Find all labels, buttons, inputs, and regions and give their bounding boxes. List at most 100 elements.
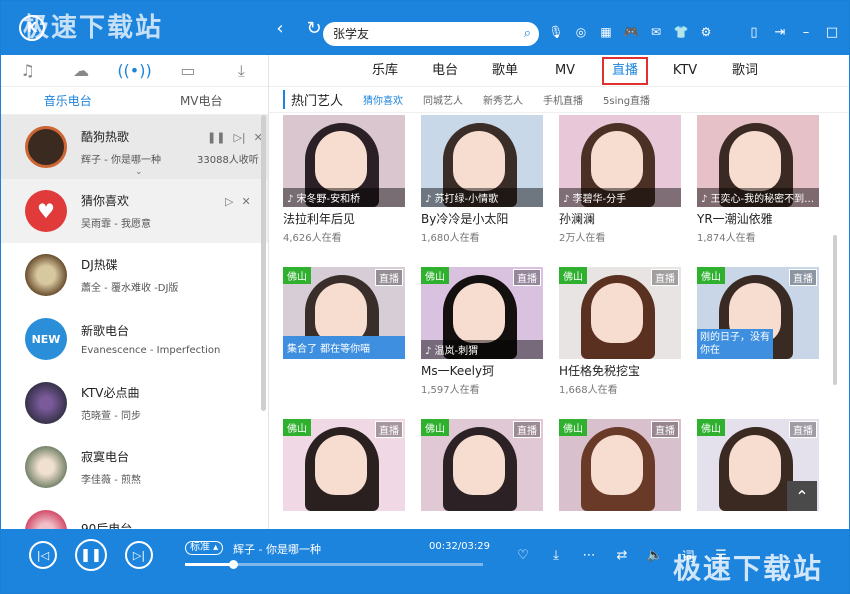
artist-thumbnail[interactable]: 佛山 直播 [421, 419, 543, 511]
back-arrow-icon[interactable]: ‹ [269, 17, 291, 39]
portrait-face [729, 435, 781, 495]
next-icon[interactable]: ▷| [233, 131, 245, 144]
artist-thumbnail[interactable]: 佛山 直播 [559, 419, 681, 511]
right-scrollbar[interactable] [833, 235, 837, 385]
station-name: 寂寞电台 [81, 450, 130, 464]
tab-mv[interactable]: MV [535, 55, 595, 86]
artist-thumbnail[interactable]: 佛山 直播 ♪ 温岚-刺猬 [421, 267, 543, 359]
artist-thumbnail[interactable]: ♪ 李碧华-分手 [559, 115, 681, 207]
search-icon[interactable]: ⌕ [524, 22, 531, 46]
filter-local[interactable]: 同城艺人 [423, 92, 463, 107]
back-to-top-icon[interactable]: ⌃ [787, 481, 817, 511]
device-icon[interactable]: ▭ [161, 55, 214, 86]
tab-music-radio[interactable]: 音乐电台 [1, 87, 135, 114]
artist-thumbnail[interactable]: 佛山 直播 [559, 267, 681, 359]
artist-card[interactable]: 佛山 直播 [283, 419, 405, 511]
station-item[interactable]: 酷狗热歌 辉子 - 你是哪一种 ❚❚ ▷| ✕ 33088人收听 ⌄ [1, 115, 268, 179]
game-controller-icon[interactable]: 🎮 [622, 23, 640, 41]
left-sub-tabs: 音乐电台 MV电台 [1, 87, 268, 115]
station-item[interactable]: DJ热碟 蕭全 - 覆水难收 -DJ版 [1, 243, 268, 307]
minimize-icon[interactable]: – [797, 23, 815, 41]
station-item[interactable]: ♥ 猜你喜欢 吴雨霏 - 我愿意 ▷ ✕ [1, 179, 268, 243]
artist-name[interactable]: H任格免税挖宝 [559, 362, 681, 379]
tab-library[interactable]: 乐库 [355, 55, 415, 86]
artist-card[interactable]: 佛山 直播 [421, 419, 543, 511]
portrait-face [453, 435, 505, 495]
pause-icon[interactable]: ❚❚ [75, 539, 107, 571]
tab-radio[interactable]: 电台 [415, 55, 475, 86]
search-input[interactable]: 张学友 ⌕ [323, 22, 539, 46]
station-item[interactable]: KTV必点曲 范晓萱 - 同步 [1, 371, 268, 435]
tab-playlist[interactable]: 歌单 [475, 55, 535, 86]
filter-new[interactable]: 新秀艺人 [483, 92, 523, 107]
pause-icon[interactable]: ❚❚ [207, 131, 225, 144]
maximize-icon[interactable]: □ [823, 23, 841, 41]
progress-knob[interactable] [228, 560, 238, 569]
phone-icon[interactable]: ▯ [745, 23, 763, 41]
left-scrollbar[interactable] [261, 115, 266, 411]
artist-card[interactable]: ♪ 宋冬野-安和桥 法拉利年后见 4,626人在看 [283, 115, 405, 244]
filter-guess[interactable]: 猜你喜欢 [363, 92, 403, 107]
artist-thumbnail[interactable]: ♪ 苏打绿-小情歌 [421, 115, 543, 207]
artist-thumbnail[interactable]: 佛山 直播 集合了 都在等你喵 [283, 267, 405, 359]
artist-thumbnail[interactable]: 佛山 直播 [283, 419, 405, 511]
microphone-icon[interactable]: 🎙 [547, 23, 565, 41]
artist-name[interactable]: Ms一Keely珂 [421, 362, 543, 379]
station-song: 蕭全 - 覆水难收 -DJ版 [81, 283, 179, 294]
station-controls: ❚❚ ▷| ✕ [207, 131, 263, 144]
filter-mobile[interactable]: 手机直播 [543, 92, 583, 107]
next-icon[interactable]: ▷| [125, 541, 153, 569]
tab-ktv[interactable]: KTV [655, 55, 715, 86]
download-icon[interactable]: ⤓ [215, 55, 268, 86]
artist-card[interactable]: 佛山 直播 集合了 都在等你喵 [283, 267, 405, 359]
artist-name[interactable]: 法拉利年后见 [283, 210, 405, 227]
artist-card[interactable]: ♪ 李碧华-分手 孙澜澜 2万人在看 [559, 115, 681, 244]
tab-mv-radio[interactable]: MV电台 [135, 87, 269, 114]
artist-card[interactable]: 佛山 直播 H任格免税挖宝 1,668人在看 [559, 267, 681, 396]
cloud-icon[interactable]: ☁ [54, 55, 107, 86]
live-badge: 直播 [375, 421, 403, 438]
repeat-icon[interactable]: ⇄ [612, 545, 632, 565]
target-icon[interactable]: ◎ [572, 23, 590, 41]
music-note-icon[interactable]: ♫ [1, 55, 54, 86]
close-icon[interactable]: ✕ [241, 195, 250, 208]
artist-name[interactable]: By冷冷是小太阳 [421, 210, 543, 227]
artist-thumbnail[interactable]: ♪ 宋冬野-安和桥 [283, 115, 405, 207]
artist-thumbnail[interactable]: 佛山 直播 刚的日子，没有你在 [697, 267, 819, 359]
chevron-down-icon[interactable]: ⌄ [135, 167, 143, 177]
station-item[interactable]: 寂寞电台 李佳薇 - 煎熬 [1, 435, 268, 499]
main-nav: 乐库 电台 歌单 MV 直播 KTV 歌词 [269, 55, 849, 87]
download-icon[interactable]: ⤓ [546, 545, 566, 565]
previous-icon[interactable]: |◁ [29, 541, 57, 569]
tab-live[interactable]: 直播 [602, 57, 648, 85]
artist-card[interactable]: 佛山 直播 [559, 419, 681, 511]
apps-grid-icon[interactable]: ▦ [597, 23, 615, 41]
artist-thumbnail[interactable]: ♪ 王奕心-我的秘密不到… [697, 115, 819, 207]
settings-icon[interactable]: ⚙ [697, 23, 715, 41]
radio-icon[interactable]: ((•)) [108, 55, 161, 86]
more-icon[interactable]: ⋯ [579, 545, 599, 565]
player-bar: |◁ ❚❚ ▷| 标准 ▴ 辉子 - 你是哪一种 00:32/03:29 ♡ ⤓… [1, 529, 849, 593]
shirt-icon[interactable]: 👕 [672, 23, 690, 41]
station-item[interactable]: NEW 新歌电台 Evanescence - Imperfection [1, 307, 268, 371]
heart-icon[interactable]: ♡ [513, 545, 533, 565]
filter-5sing[interactable]: 5sing直播 [603, 92, 650, 107]
progress-fill [185, 563, 233, 566]
artist-card[interactable]: ♪ 苏打绿-小情歌 By冷冷是小太阳 1,680人在看 [421, 115, 543, 244]
tab-lyrics[interactable]: 歌词 [715, 55, 775, 86]
artist-card[interactable]: ♪ 王奕心-我的秘密不到… YR一潮汕依雅 1,874人在看 [697, 115, 819, 244]
artist-name[interactable]: 孙澜澜 [559, 210, 681, 227]
refresh-icon[interactable]: ↻ [303, 17, 325, 39]
progress-bar[interactable] [185, 560, 483, 569]
chat-message: 集合了 都在等你喵 [283, 336, 405, 359]
station-item[interactable]: 90后电台 [1, 499, 268, 529]
play-icon[interactable]: ▷ [225, 195, 233, 208]
artist-card[interactable]: 佛山 直播 刚的日子，没有你在 [697, 267, 819, 359]
mail-icon[interactable]: ✉ [647, 23, 665, 41]
volume-icon[interactable]: 🔈 [645, 545, 665, 565]
artist-card[interactable]: 佛山 直播 ♪ 温岚-刺猬 Ms一Keely珂 1,597人在看 [421, 267, 543, 396]
artist-name[interactable]: YR一潮汕依雅 [697, 210, 819, 227]
mini-mode-icon[interactable]: ⇥ [771, 23, 789, 41]
station-avatar [25, 126, 67, 168]
quality-dropdown[interactable]: 标准 ▴ [185, 541, 224, 555]
